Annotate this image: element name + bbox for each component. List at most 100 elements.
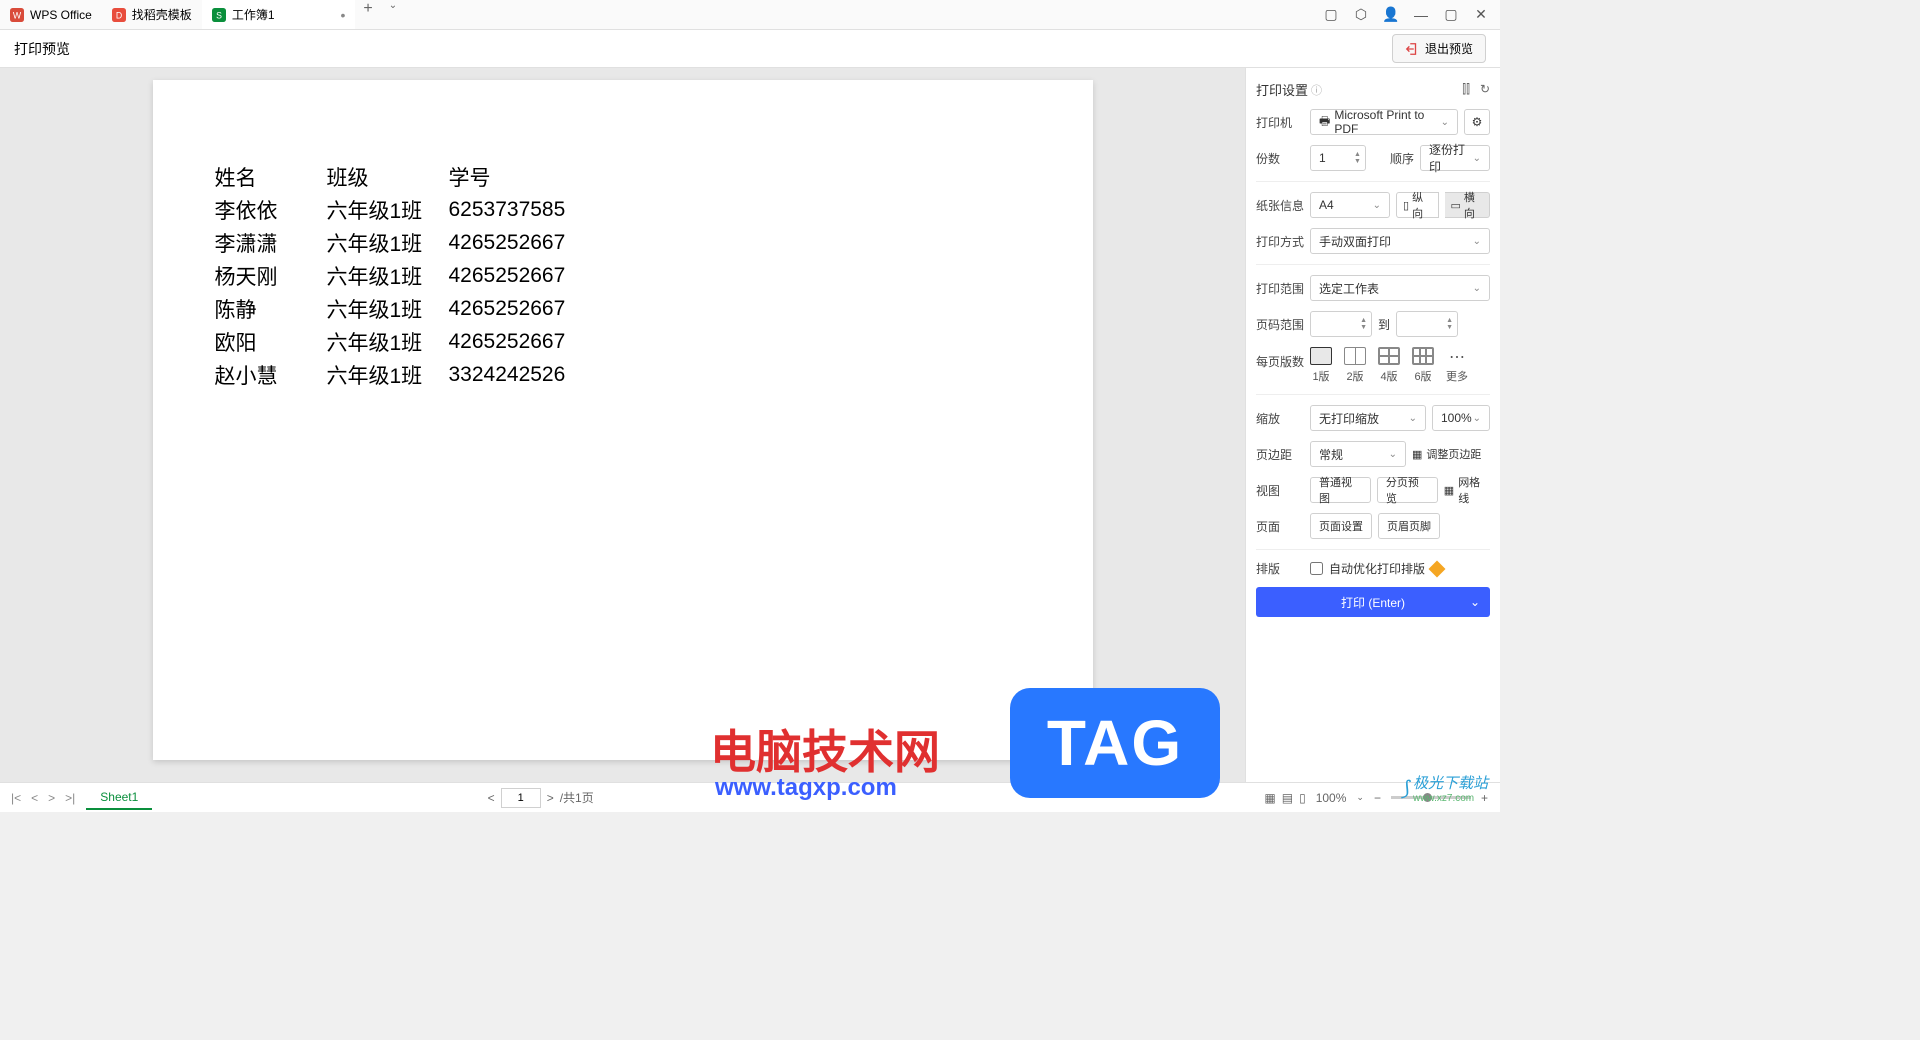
- page-number-input[interactable]: [501, 788, 541, 808]
- svg-text:W: W: [13, 10, 22, 20]
- landscape-button[interactable]: ▭ 横向: [1445, 192, 1491, 218]
- layout-toggle-icon[interactable]: ⫿⫿: [1462, 82, 1470, 97]
- exit-preview-button[interactable]: 退出预览: [1392, 34, 1486, 63]
- minimize-icon[interactable]: —: [1412, 6, 1430, 24]
- help-icon[interactable]: ⓘ: [1311, 82, 1322, 98]
- table-row: 赵小慧六年级1班3324242526: [215, 360, 569, 391]
- layout-4up[interactable]: 4版: [1378, 347, 1400, 384]
- zoom-percent: 100%: [1316, 791, 1347, 805]
- method-label: 打印方式: [1256, 233, 1304, 250]
- paper-select[interactable]: A4 ⌄: [1310, 192, 1390, 218]
- gear-icon: ⚙: [1472, 115, 1483, 129]
- page-next-icon[interactable]: >: [547, 791, 554, 805]
- view-mode-2-icon[interactable]: ▤: [1282, 791, 1293, 805]
- nav-first-icon[interactable]: |<: [8, 791, 24, 805]
- tab-label: 找稻壳模板: [132, 6, 192, 23]
- margin-icon: ▦: [1412, 448, 1422, 461]
- toolbar-title: 打印预览: [14, 39, 70, 59]
- tab-templates[interactable]: D 找稻壳模板: [102, 0, 202, 29]
- data-table: 姓名 班级 学号 李依依六年级1班6253737585 李潇潇六年级1班4265…: [213, 160, 571, 393]
- spreadsheet-icon: S: [212, 8, 226, 22]
- portrait-button[interactable]: ▯ 纵向: [1396, 192, 1439, 218]
- table-row: 杨天刚六年级1班4265252667: [215, 261, 569, 292]
- landscape-icon: ▭: [1451, 199, 1461, 212]
- tab-workbook[interactable]: S 工作簿1 •: [202, 0, 356, 29]
- view-grid-button[interactable]: ▦网格线: [1444, 477, 1490, 503]
- view-mode-3-icon[interactable]: ▯: [1299, 791, 1306, 805]
- zoom-out-icon[interactable]: −: [1374, 791, 1381, 805]
- panel-icon[interactable]: ▢: [1322, 6, 1340, 24]
- table-header-row: 姓名 班级 学号: [215, 162, 569, 193]
- view-normal-button[interactable]: 普通视图: [1310, 477, 1371, 503]
- chevron-down-icon[interactable]: ⌄: [1470, 595, 1480, 609]
- nav-prev-icon[interactable]: <: [28, 791, 41, 805]
- printer-select[interactable]: 🖶 Microsoft Print to PDF ⌄: [1310, 109, 1458, 135]
- order-select[interactable]: 逐份打印 ⌄: [1420, 145, 1490, 171]
- chevron-down-icon: ⌄: [1473, 413, 1481, 424]
- spin-down-icon[interactable]: ▼: [1354, 158, 1361, 165]
- zoom-mode-select[interactable]: 无打印缩放 ⌄: [1310, 405, 1426, 431]
- sheet-tab[interactable]: Sheet1: [86, 786, 152, 810]
- sheet-nav: |< < > >|: [0, 791, 86, 805]
- method-row: 打印方式 手动双面打印 ⌄: [1256, 228, 1490, 254]
- cube-icon[interactable]: ⬡: [1352, 6, 1370, 24]
- margin-row: 页边距 常规 ⌄ ▦ 调整页边距: [1256, 441, 1490, 467]
- template-icon: D: [112, 8, 126, 22]
- exit-icon: [1405, 42, 1419, 56]
- page-prev-icon[interactable]: <: [488, 791, 495, 805]
- chevron-down-icon: ⌄: [1389, 449, 1397, 460]
- spin-up-icon[interactable]: ▲: [1354, 151, 1361, 158]
- settings-title: 打印设置: [1256, 80, 1308, 99]
- copies-label: 份数: [1256, 150, 1304, 167]
- close-icon[interactable]: ✕: [1472, 6, 1490, 24]
- preview-toolbar: 打印预览 退出预览: [0, 30, 1500, 68]
- titlebar: W WPS Office D 找稻壳模板 S 工作簿1 • + ⌄ ▢ ⬡ 👤 …: [0, 0, 1500, 30]
- refresh-icon[interactable]: ↻: [1480, 82, 1490, 97]
- chevron-down-icon: ⌄: [1473, 283, 1481, 294]
- margin-select[interactable]: 常规 ⌄: [1310, 441, 1406, 467]
- table-row: 欧阳六年级1班4265252667: [215, 327, 569, 358]
- range-select[interactable]: 选定工作表 ⌄: [1310, 275, 1490, 301]
- portrait-icon: ▯: [1403, 199, 1409, 212]
- preview-pane[interactable]: 姓名 班级 学号 李依依六年级1班6253737585 李潇潇六年级1班4265…: [0, 68, 1245, 782]
- main-area: 姓名 班级 学号 李依依六年级1班6253737585 李潇潇六年级1班4265…: [0, 68, 1500, 782]
- checkbox-input[interactable]: [1310, 562, 1323, 575]
- auto-optimize-checkbox[interactable]: 自动优化打印排版: [1310, 560, 1443, 577]
- print-button[interactable]: 打印 (Enter) ⌄: [1256, 587, 1490, 617]
- page-to-input[interactable]: ▲▼: [1396, 311, 1458, 337]
- paper-label: 纸张信息: [1256, 197, 1304, 214]
- adjust-margin-button[interactable]: ▦ 调整页边距: [1412, 441, 1481, 467]
- page-navigator: < > /共1页: [488, 788, 594, 808]
- user-avatar-icon[interactable]: 👤: [1382, 6, 1400, 24]
- nav-last-icon[interactable]: >|: [62, 791, 78, 805]
- view-mode-1-icon[interactable]: ▦: [1264, 791, 1275, 805]
- header-name: 姓名: [215, 162, 325, 193]
- wps-logo-icon: W: [10, 8, 24, 22]
- view-paged-button[interactable]: 分页预览: [1377, 477, 1438, 503]
- zoom-value-select[interactable]: 100% ⌄: [1432, 405, 1490, 431]
- per-page-label: 每页版数: [1256, 353, 1304, 370]
- tab-wps-office[interactable]: W WPS Office: [0, 0, 102, 29]
- premium-icon: [1429, 560, 1446, 577]
- table-row: 李依依六年级1班6253737585: [215, 195, 569, 226]
- copies-input[interactable]: 1 ▲▼: [1310, 145, 1366, 171]
- table-row: 陈静六年级1班4265252667: [215, 294, 569, 325]
- layout-label: 排版: [1256, 560, 1304, 577]
- tab-more-button[interactable]: ⌄: [381, 0, 405, 29]
- maximize-icon[interactable]: ▢: [1442, 6, 1460, 24]
- nav-next-icon[interactable]: >: [45, 791, 58, 805]
- method-select[interactable]: 手动双面打印 ⌄: [1310, 228, 1490, 254]
- zoom-dropdown-icon[interactable]: ⌄: [1356, 792, 1364, 803]
- page-setup-button[interactable]: 页面设置: [1310, 513, 1372, 539]
- tab-add-button[interactable]: +: [355, 0, 380, 29]
- page-from-input[interactable]: ▲▼: [1310, 311, 1372, 337]
- printer-settings-button[interactable]: ⚙: [1464, 109, 1490, 135]
- header-footer-button[interactable]: 页眉页脚: [1378, 513, 1440, 539]
- layout-6up[interactable]: 6版: [1412, 347, 1434, 384]
- layout-more[interactable]: ⋯更多: [1446, 347, 1468, 384]
- tab-close-icon[interactable]: •: [341, 7, 346, 23]
- layout-2up[interactable]: 2版: [1344, 347, 1366, 384]
- chevron-down-icon: ⌄: [1441, 117, 1449, 128]
- watermark-url: www.tagxp.com: [715, 774, 897, 802]
- layout-1up[interactable]: 1版: [1310, 347, 1332, 384]
